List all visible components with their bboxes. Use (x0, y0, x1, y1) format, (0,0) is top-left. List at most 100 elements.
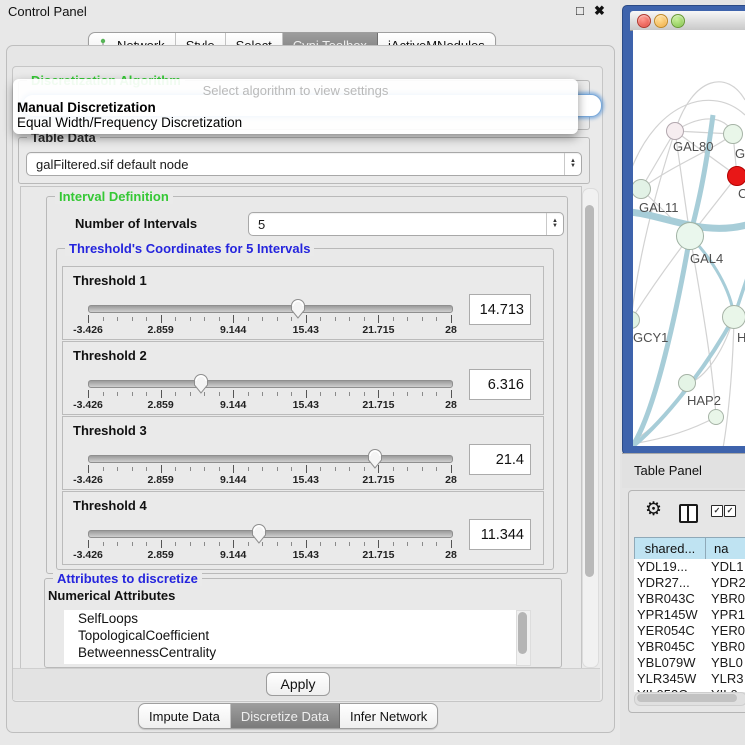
threshold-slider-track[interactable] (88, 530, 453, 538)
numerical-attributes-list[interactable]: SelfLoopsTopologicalCoefficientBetweenne… (64, 610, 516, 664)
attribute-list-item[interactable]: SelfLoops (64, 610, 516, 627)
threshold-panel: Threshold 4 -3.4262.8599.14415.4321.71528 (62, 491, 544, 565)
network-node[interactable] (727, 166, 745, 186)
attributes-group-title: Attributes to discretize (53, 571, 202, 586)
vertical-scrollbar[interactable] (582, 188, 599, 668)
threshold-slider-track[interactable] (88, 455, 453, 463)
number-of-intervals-combobox[interactable]: 5 ▲▼ (248, 212, 564, 236)
cell-shared-name: YBL079W (634, 655, 707, 671)
cell-name: YBR0 (707, 591, 745, 607)
number-of-intervals-label: Number of Intervals (75, 216, 197, 231)
attribute-list-item[interactable]: BetweennessCentrality (64, 644, 516, 661)
slider-tick-labels: -3.4262.8599.14415.4321.71528 (88, 549, 452, 561)
threshold-slider-track[interactable] (88, 305, 453, 313)
threshold-slider-thumb[interactable] (250, 522, 268, 544)
vertical-scrollbar-thumb[interactable] (585, 205, 594, 577)
threshold-panel: Threshold 3-3.4262.8599.14415.4321.71528 (62, 416, 544, 490)
table-row[interactable]: YPR145WYPR1 (634, 607, 745, 623)
columns-icon[interactable] (679, 504, 698, 523)
threshold-label: Threshold 2 (73, 348, 147, 363)
threshold-slider-thumb[interactable] (366, 447, 384, 469)
horizontal-scrollbar-thumb[interactable] (637, 694, 737, 702)
column-header-name[interactable]: na (706, 538, 745, 559)
table-row[interactable]: YBR043CYBR0 (634, 591, 745, 607)
attributes-list-scrollbar[interactable] (516, 610, 531, 666)
slider-tick-labels: -3.4262.8599.14415.4321.71528 (88, 399, 452, 411)
attribute-list-item[interactable]: TopologicalCoefficient (64, 627, 516, 644)
cell-name: YDL1 (707, 559, 745, 575)
network-node[interactable] (666, 122, 684, 140)
cell-name: YBR0 (707, 639, 745, 655)
cell-shared-name: YBR045C (634, 639, 707, 655)
node-label: G. (735, 146, 745, 161)
network-node[interactable] (678, 374, 696, 392)
slider-tick-labels: -3.4262.8599.14415.4321.71528 (88, 474, 452, 486)
apply-button[interactable]: Apply (266, 672, 330, 696)
column-header-shared-name[interactable]: shared... (635, 538, 706, 559)
node-label: GAL11 (639, 200, 679, 215)
network-window-titlebar[interactable] (630, 11, 745, 31)
table-row[interactable]: YLR345WYLR3 (634, 671, 745, 687)
table-data-combobox[interactable]: galFiltered.sif default node ▲▼ (26, 152, 582, 176)
network-node[interactable] (708, 409, 724, 425)
combo-stepper-icon: ▲▼ (564, 153, 581, 175)
option-equal-width-frequency[interactable]: Equal Width/Frequency Discretization (13, 115, 578, 130)
close-window-icon[interactable] (637, 14, 651, 28)
threshold-label: Threshold 1 (73, 273, 147, 288)
threshold-slider-thumb[interactable] (192, 372, 210, 394)
tab-impute-data[interactable]: Impute Data (139, 704, 231, 728)
threshold-value-input[interactable] (469, 519, 531, 550)
cell-name: YER0 (707, 623, 745, 639)
checkbox-select-none-icon[interactable]: ✓ (724, 505, 736, 517)
node-label: GAL4 (690, 251, 723, 266)
table-rows[interactable]: YDL19...YDL1YDR27...YDR2YBR043CYBR0YPR14… (634, 559, 745, 692)
tab-infer-network[interactable]: Infer Network (340, 704, 437, 728)
slider-ticks (88, 540, 452, 549)
cell-name: YLR3 (707, 671, 745, 687)
close-panel-icon[interactable]: ✖ (594, 3, 605, 19)
network-node[interactable] (676, 222, 704, 250)
slider-ticks (88, 390, 452, 399)
table-row[interactable]: YDL19...YDL1 (634, 559, 745, 575)
control-panel: Control Panel □ ✖ Network Style Select C… (0, 0, 620, 745)
horizontal-scrollbar[interactable] (634, 692, 745, 706)
screen: Control Panel □ ✖ Network Style Select C… (0, 0, 745, 745)
attributes-scrollbar-thumb[interactable] (518, 612, 527, 654)
numerical-attributes-label: Numerical Attributes (48, 588, 175, 603)
network-node[interactable] (722, 305, 745, 329)
node-label: C (738, 186, 745, 201)
threshold-panel: Threshold 1 -3.4262.8599.14415.4321.71528 (62, 266, 544, 340)
slider-ticks (88, 315, 452, 324)
table-row[interactable]: YDR27...YDR2 (634, 575, 745, 591)
threshold-slider-track[interactable] (88, 380, 453, 388)
checkbox-select-all-icon[interactable]: ✓ (711, 505, 723, 517)
minimize-window-icon[interactable] (654, 14, 668, 28)
zoom-window-icon[interactable] (671, 14, 685, 28)
threshold-value-input[interactable] (469, 444, 531, 475)
node-label: HAP2 (687, 393, 721, 408)
option-manual-discretization[interactable]: Manual Discretization (13, 100, 578, 115)
tab-discretize-data[interactable]: Discretize Data (231, 704, 340, 728)
cell-shared-name: YDL19... (634, 559, 707, 575)
slider-tick-labels: -3.4262.8599.14415.4321.71528 (88, 324, 452, 336)
thresholds-group-title: Threshold's Coordinates for 5 Intervals (65, 241, 314, 256)
table-row[interactable]: YBR045CYBR0 (634, 639, 745, 655)
table-row[interactable]: YER054CYER0 (634, 623, 745, 639)
cell-name: YDR2 (707, 575, 745, 591)
node-label: GAL80 (673, 139, 713, 154)
cell-shared-name: YLR345W (634, 671, 707, 687)
float-panel-icon[interactable]: □ (576, 3, 584, 18)
table-row[interactable]: YBL079WYBL0 (634, 655, 745, 671)
network-node[interactable] (723, 124, 743, 144)
gear-icon[interactable]: ⚙ (645, 500, 662, 519)
thresholds-stack: Threshold 1 -3.4262.8599.14415.4321.71528… (62, 266, 544, 566)
threshold-value-input[interactable] (469, 294, 531, 325)
threshold-value-input[interactable] (469, 369, 531, 400)
threshold-slider-thumb[interactable] (289, 297, 307, 319)
threshold-label: Threshold 4 (73, 498, 147, 513)
interval-group-title: Interval Definition (55, 189, 173, 204)
network-canvas[interactable]: GAL80G.GAL11CGAL4GCY1HHAP2 (633, 30, 745, 446)
table-header-row: shared... na (634, 537, 745, 560)
slider-ticks (88, 465, 452, 474)
combo-stepper-icon: ▲▼ (546, 213, 563, 235)
